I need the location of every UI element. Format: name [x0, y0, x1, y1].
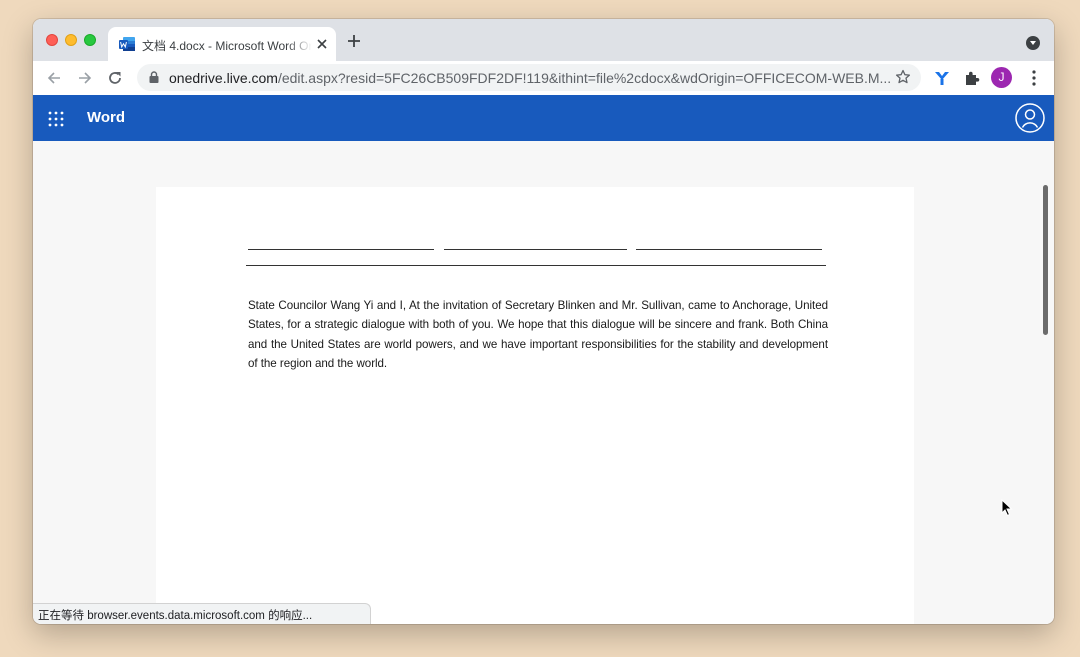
account-icon[interactable]	[1015, 103, 1045, 133]
arrow-left-icon[interactable]	[45, 69, 63, 87]
app-name[interactable]: Word	[87, 109, 125, 126]
puzzle-icon[interactable]	[963, 69, 981, 87]
reload-icon[interactable]	[106, 69, 124, 87]
waffle-icon[interactable]	[48, 111, 64, 127]
header-rule-2	[444, 249, 627, 250]
kebab-icon[interactable]	[1026, 69, 1042, 87]
mouse-cursor-icon	[1001, 499, 1013, 517]
status-bubble: 正在等待 browser.events.data.microsoft.com 的…	[33, 603, 371, 624]
tab-strip: 文档 4.docx - Microsoft Word Online	[33, 19, 1054, 61]
url-path: /edit.aspx?resid=5FC26CB509FDF2DF!119&it…	[277, 70, 892, 86]
document-paragraph[interactable]: State Councilor Wang Yi and I, At the in…	[248, 296, 828, 374]
star-icon[interactable]	[895, 69, 911, 85]
window-minimize-button[interactable]	[65, 34, 77, 46]
url-text[interactable]: onedrive.live.com/edit.aspx?resid=5FC26C…	[169, 70, 891, 86]
tab-search-icon[interactable]	[1026, 36, 1040, 50]
header-rule-3	[636, 249, 822, 250]
browser-tab-active[interactable]: 文档 4.docx - Microsoft Word Online	[108, 27, 336, 61]
window-close-button[interactable]	[46, 34, 58, 46]
address-bar[interactable]: onedrive.live.com/edit.aspx?resid=5FC26C…	[137, 64, 921, 91]
word-favicon-icon	[119, 37, 135, 51]
extension-y-icon[interactable]	[933, 69, 951, 87]
close-icon[interactable]	[314, 36, 330, 52]
word-header: Word	[33, 95, 1054, 141]
browser-toolbar: onedrive.live.com/edit.aspx?resid=5FC26C…	[33, 61, 1054, 96]
document-page[interactable]: State Councilor Wang Yi and I, At the in…	[156, 187, 914, 624]
vertical-scrollbar[interactable]	[1043, 185, 1048, 335]
header-rule-1	[248, 249, 434, 250]
header-divider	[246, 265, 826, 266]
arrow-right-icon[interactable]	[76, 69, 94, 87]
profile-avatar[interactable]: J	[991, 67, 1012, 88]
window-zoom-button[interactable]	[84, 34, 96, 46]
lock-icon[interactable]	[149, 71, 159, 83]
tab-title: 文档 4.docx - Microsoft Word Online	[142, 39, 312, 53]
browser-window: 文档 4.docx - Microsoft Word Online onedri	[33, 19, 1054, 624]
plus-icon[interactable]	[347, 34, 361, 48]
url-host: onedrive.live.com	[169, 70, 278, 86]
document-canvas[interactable]: State Councilor Wang Yi and I, At the in…	[33, 141, 1054, 624]
